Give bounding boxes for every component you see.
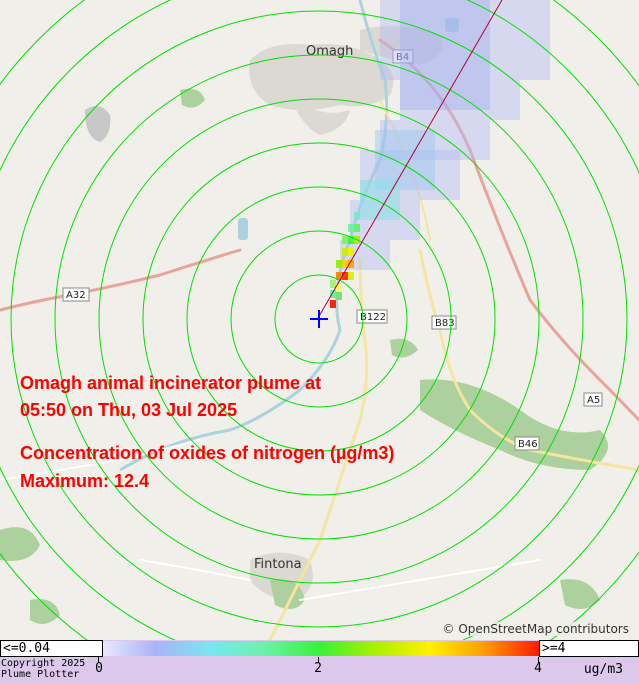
plume-cell <box>342 248 348 256</box>
legend-tick-label-2: 2 <box>314 661 322 676</box>
plume-cell <box>342 272 348 280</box>
legend-high-label: >=4 <box>539 640 639 657</box>
map-canvas: B4 A32 B122 B83 A5 B46 Omagh Fintona <box>0 0 639 684</box>
legend-tick-label-4: 4 <box>534 661 542 676</box>
plume-title-line1: Omagh animal incinerator plume at <box>20 373 322 393</box>
road-label-b122: B122 <box>360 312 386 323</box>
plume-cell <box>342 236 348 244</box>
map-view[interactable]: B4 A32 B122 B83 A5 B46 Omagh Fintona Oma… <box>0 0 639 684</box>
osm-attribution[interactable]: © OpenStreetMap contributors <box>440 622 631 636</box>
maximum-label: Maximum: 12.4 <box>20 471 150 491</box>
plume-cell <box>354 212 360 220</box>
plume-cell <box>354 224 360 232</box>
plume-cell <box>348 248 354 256</box>
plume-cell <box>348 224 354 232</box>
copyright-notice: Copyright 2025 Plume Plotter <box>1 658 85 680</box>
legend-color-bar <box>103 641 539 656</box>
legend-low-label: <=0.04 <box>0 640 103 657</box>
legend-tick-label-0: 0 <box>95 661 103 676</box>
plume-cell <box>400 0 490 110</box>
copyright-line1: Copyright 2025 <box>1 658 86 669</box>
plume-title-line2: 05:50 on Thu, 03 Jul 2025 <box>20 400 238 420</box>
road-label-b83: B83 <box>435 318 455 329</box>
pollutant-label: Concentration of oxides of nitrogen (µg/… <box>20 443 395 463</box>
road-label-a5: A5 <box>587 395 600 406</box>
color-legend: <=0.04 >=4 0 2 4 Copyright 2025 Plume Pl… <box>0 640 639 684</box>
plume-cell <box>330 280 336 288</box>
units-label: ug/m3 <box>583 662 623 677</box>
plume-cell <box>336 292 342 300</box>
copyright-line2: Plume Plotter <box>1 669 80 680</box>
plume-cell <box>348 272 354 280</box>
road-label-a32: A32 <box>66 290 86 301</box>
plume-cell <box>330 300 336 308</box>
plume-cell <box>336 260 342 268</box>
road-label-b46: B46 <box>518 439 538 450</box>
town-label-fintona: Fintona <box>254 557 302 572</box>
